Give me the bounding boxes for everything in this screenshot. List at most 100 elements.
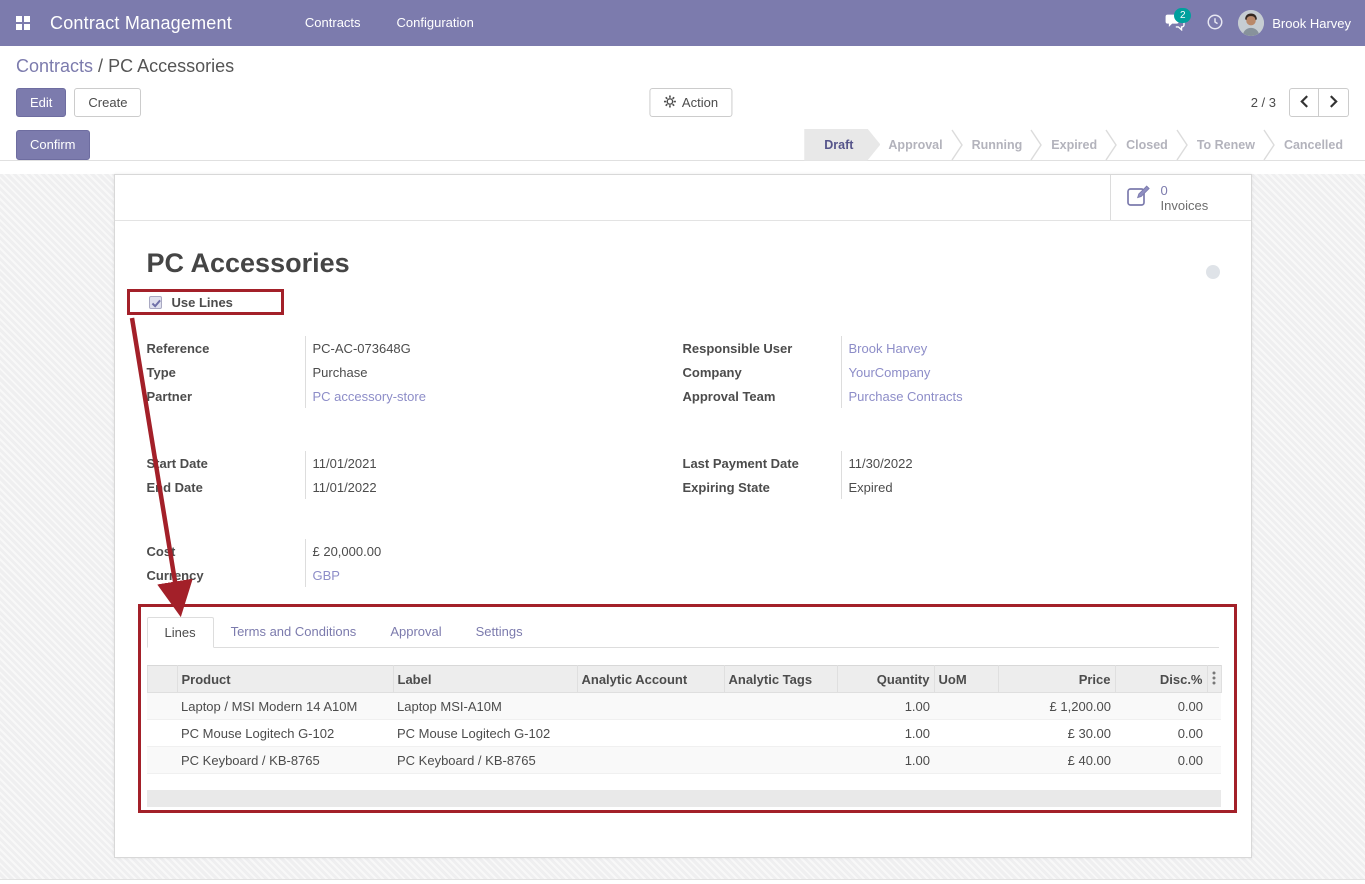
vertical-dots-icon (1212, 673, 1216, 688)
column-header-label[interactable]: Label (393, 666, 577, 693)
optional-columns-button[interactable] (1207, 666, 1221, 693)
field-value-responsible-user[interactable]: Brook Harvey (841, 336, 1219, 360)
field-value-partner[interactable]: PC accessory-store (305, 384, 683, 408)
column-header-price[interactable]: Price (998, 666, 1115, 693)
app-window: Contract Management Contracts Configurat… (0, 0, 1365, 884)
cell-uom[interactable] (934, 747, 998, 774)
field-label-responsible-user: Responsible User (683, 341, 841, 356)
smart-button-box: 0 Invoices (115, 175, 1251, 221)
row-handle[interactable] (147, 693, 177, 720)
message-count-badge: 2 (1174, 8, 1191, 23)
user-name[interactable]: Brook Harvey (1272, 16, 1351, 31)
edit-button[interactable]: Edit (16, 88, 66, 117)
apps-menu-button[interactable] (0, 0, 46, 46)
confirm-button[interactable]: Confirm (16, 130, 90, 160)
breadcrumb-parent[interactable]: Contracts (16, 56, 93, 76)
tab-approval[interactable]: Approval (373, 617, 458, 647)
stage-separator-icon (1105, 129, 1118, 161)
cell-disc[interactable]: 0.00 (1115, 720, 1207, 747)
column-header-product[interactable]: Product (177, 666, 393, 693)
systray: 2 Brook Harvey (1158, 0, 1365, 46)
column-header-quantity[interactable]: Quantity (837, 666, 934, 693)
cell-price[interactable]: £ 1,200.00 (998, 693, 1115, 720)
column-header-analytic-account[interactable]: Analytic Account (577, 666, 724, 693)
field-group-cost: Cost£ 20,000.00 CurrencyGBP (147, 539, 1219, 587)
column-header-analytic-tags[interactable]: Analytic Tags (724, 666, 837, 693)
stage-running[interactable]: Running (964, 129, 1031, 161)
cell-label[interactable]: Laptop MSI-A10M (393, 693, 577, 720)
invoices-smart-button[interactable]: 0 Invoices (1110, 175, 1251, 220)
stage-approval[interactable]: Approval (880, 129, 950, 161)
table-row[interactable]: PC Keyboard / KB-8765 PC Keyboard / KB-8… (147, 747, 1221, 774)
pager-next-button[interactable] (1319, 88, 1349, 117)
stage-expired[interactable]: Expired (1043, 129, 1105, 161)
create-button[interactable]: Create (74, 88, 141, 117)
apps-grid-icon (16, 16, 30, 30)
activity-button[interactable] (1198, 0, 1232, 46)
tab-settings[interactable]: Settings (459, 617, 540, 647)
column-header-uom[interactable]: UoM (934, 666, 998, 693)
use-lines-label: Use Lines (172, 295, 233, 310)
pager-previous-button[interactable] (1289, 88, 1319, 117)
cell-analytic-tags[interactable] (724, 720, 837, 747)
cell-product[interactable]: Laptop / MSI Modern 14 A10M (177, 693, 393, 720)
stage-cancelled[interactable]: Cancelled (1276, 129, 1365, 161)
field-value-currency[interactable]: GBP (305, 563, 684, 587)
cell-uom[interactable] (934, 693, 998, 720)
table-row[interactable]: PC Mouse Logitech G-102 PC Mouse Logitec… (147, 720, 1221, 747)
control-panel-buttons: Edit Create Action 2 / 3 (16, 88, 1349, 117)
action-button[interactable]: Action (649, 88, 732, 117)
stage-to-renew[interactable]: To Renew (1189, 129, 1263, 161)
tab-terms-and-conditions[interactable]: Terms and Conditions (214, 617, 374, 647)
cell-quantity[interactable]: 1.00 (837, 693, 934, 720)
cell-analytic-tags[interactable] (724, 747, 837, 774)
cell-analytic-account[interactable] (577, 693, 724, 720)
control-panel: Contracts / PC Accessories Edit Create A… (0, 46, 1365, 129)
breadcrumb: Contracts / PC Accessories (16, 56, 1349, 77)
user-avatar[interactable] (1238, 10, 1264, 36)
stage-separator-icon (1176, 129, 1189, 161)
chevron-left-icon (1300, 95, 1309, 111)
stage-draft[interactable]: Draft (804, 129, 880, 161)
column-header-disc[interactable]: Disc.% (1115, 666, 1207, 693)
table-row[interactable]: Laptop / MSI Modern 14 A10M Laptop MSI-A… (147, 693, 1221, 720)
cell-uom[interactable] (934, 720, 998, 747)
table-footer-bar (147, 790, 1221, 807)
stage-closed[interactable]: Closed (1118, 129, 1176, 161)
cell-quantity[interactable]: 1.00 (837, 720, 934, 747)
cell-product[interactable]: PC Keyboard / KB-8765 (177, 747, 393, 774)
row-handle[interactable] (147, 720, 177, 747)
field-value-company[interactable]: YourCompany (841, 360, 1219, 384)
cell-analytic-tags[interactable] (724, 693, 837, 720)
statusbar: Confirm Draft Approval Running Expired C… (0, 129, 1365, 161)
row-handle[interactable] (147, 747, 177, 774)
clock-icon (1206, 13, 1224, 34)
cell-disc[interactable]: 0.00 (1115, 747, 1207, 774)
cell-analytic-account[interactable] (577, 747, 724, 774)
cell-price[interactable]: £ 30.00 (998, 720, 1115, 747)
use-lines-checkbox[interactable] (149, 296, 162, 309)
field-label-last-payment-date: Last Payment Date (683, 456, 841, 471)
cell-quantity[interactable]: 1.00 (837, 747, 934, 774)
stage-separator-icon (1030, 129, 1043, 161)
cell-disc[interactable]: 0.00 (1115, 693, 1207, 720)
form-sheet: 0 Invoices PC Accessories Use Lines Refe (114, 174, 1252, 858)
invoices-count: 0 (1161, 183, 1209, 198)
tab-lines[interactable]: Lines (147, 617, 214, 648)
field-value-approval-team[interactable]: Purchase Contracts (841, 384, 1219, 408)
cell-analytic-account[interactable] (577, 720, 724, 747)
field-label-reference: Reference (147, 341, 305, 356)
nav-menu-contracts[interactable]: Contracts (292, 0, 374, 46)
lines-table-header: Product Label Analytic Account Analytic … (147, 666, 1221, 693)
field-label-cost: Cost (147, 544, 305, 559)
stage-separator-icon (951, 129, 964, 161)
messages-button[interactable]: 2 (1158, 0, 1192, 46)
field-label-company: Company (683, 365, 841, 380)
cell-label[interactable]: PC Keyboard / KB-8765 (393, 747, 577, 774)
cell-price[interactable]: £ 40.00 (998, 747, 1115, 774)
nav-menu-configuration[interactable]: Configuration (384, 0, 487, 46)
cell-label[interactable]: PC Mouse Logitech G-102 (393, 720, 577, 747)
cell-product[interactable]: PC Mouse Logitech G-102 (177, 720, 393, 747)
app-brand: Contract Management (50, 13, 232, 34)
field-value-end-date: 11/01/2022 (305, 475, 683, 499)
